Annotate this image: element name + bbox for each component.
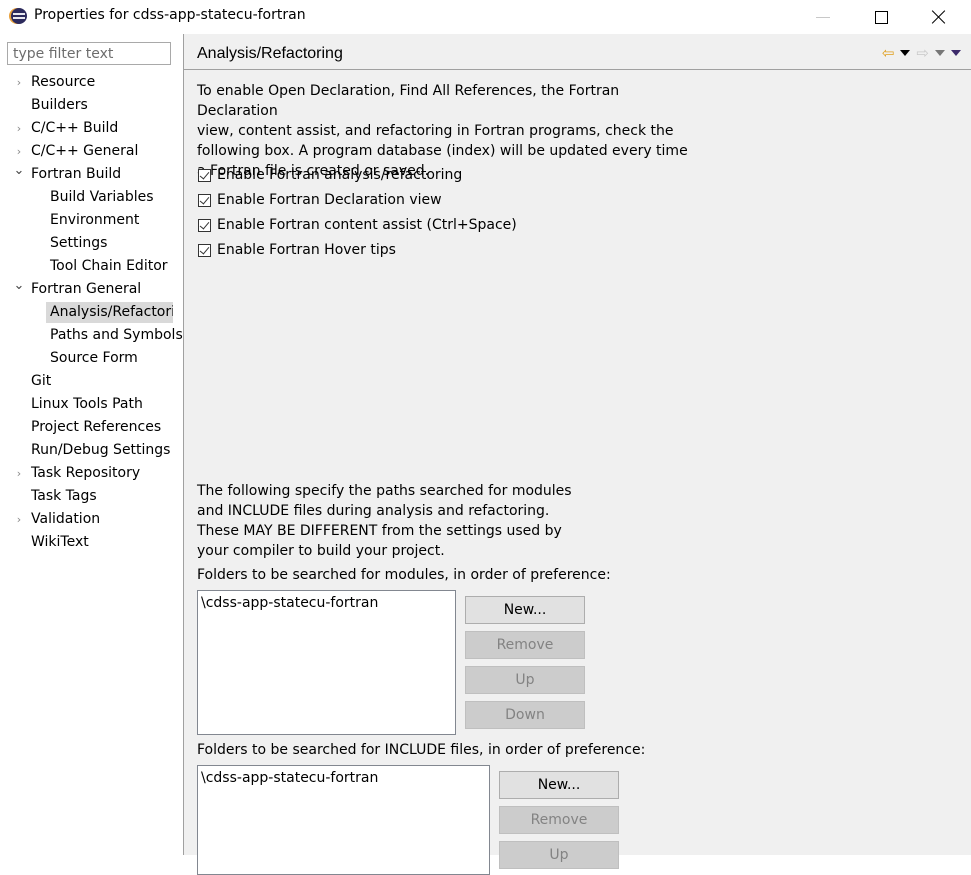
tree-item-label: Git [31, 373, 52, 389]
maximize-button[interactable] [858, 0, 904, 34]
tree-item-environment[interactable]: Environment [0, 209, 183, 232]
tree-item-resource[interactable]: › Resource [0, 71, 183, 94]
chevron-right-icon[interactable]: › [13, 71, 25, 94]
tree-item-label: WikiText [31, 534, 89, 550]
checkbox-enable-content-assist[interactable]: Enable Fortran content assist (Ctrl+Spac… [198, 215, 517, 235]
tree-item-project-references[interactable]: Project References [0, 416, 183, 439]
includes-remove-button[interactable]: Remove [499, 806, 619, 834]
tree-item-analysis-refactoring[interactable]: Analysis/Refactoring [0, 301, 183, 324]
close-icon [932, 10, 946, 24]
tree-item-label: Source Form [50, 350, 138, 366]
window-title: Properties for cdss-app-statecu-fortran [34, 7, 306, 23]
tree-item-label: Build Variables [50, 189, 154, 205]
checkbox[interactable] [198, 218, 211, 232]
chevron-right-icon[interactable]: › [13, 508, 25, 531]
title-bar: Properties for cdss-app-statecu-fortran [0, 0, 971, 34]
tree-item-fortran-build[interactable]: ⌄ Fortran Build [0, 163, 183, 186]
tree-item-source-form[interactable]: Source Form [0, 347, 183, 370]
tree-item-label: Resource [31, 74, 96, 90]
tree-item-paths-and-symbols[interactable]: Paths and Symbols [0, 324, 183, 347]
checkbox-label: Enable Fortran content assist (Ctrl+Spac… [217, 217, 517, 233]
tree-item-settings[interactable]: Settings [0, 232, 183, 255]
tree-item-label: Run/Debug Settings [31, 442, 171, 458]
tree-item-run-debug-settings[interactable]: Run/Debug Settings [0, 439, 183, 462]
tree-item-label: Fortran General [31, 281, 142, 297]
tree-item-label: Project References [31, 419, 162, 435]
minimize-button[interactable] [800, 0, 846, 34]
tree-item-task-repository[interactable]: › Task Repository [0, 462, 183, 485]
tree-item-tool-chain-editor[interactable]: Tool Chain Editor [0, 255, 183, 278]
modules-label: Folders to be searched for modules, in o… [197, 567, 611, 583]
main-panel: Analysis/Refactoring ⇦ ⇨ To enable Open … [184, 34, 971, 875]
property-tree: › Resource Builders › C/C++ Build › C/C++ Gene… [0, 71, 183, 554]
checkbox[interactable] [198, 193, 211, 207]
chevron-right-icon[interactable]: › [13, 117, 25, 140]
tree-item-label: Builders [31, 97, 88, 113]
includes-new-button[interactable]: New... [499, 771, 619, 799]
close-button[interactable] [916, 0, 962, 34]
tree-item-task-tags[interactable]: Task Tags [0, 485, 183, 508]
tree-item-label: Linux Tools Path [31, 396, 143, 412]
checkbox-label: Enable Fortran Hover tips [217, 242, 396, 258]
tree-item-label: C/C++ Build [31, 120, 119, 136]
modules-remove-button[interactable]: Remove [465, 631, 585, 659]
chevron-right-icon[interactable]: › [13, 462, 25, 485]
back-dropdown-icon[interactable] [900, 50, 911, 56]
checkbox-enable-hover-tips[interactable]: Enable Fortran Hover tips [198, 240, 396, 260]
tree-item-label: Paths and Symbols [50, 327, 183, 343]
minimize-icon [816, 16, 830, 18]
checkbox[interactable] [198, 168, 211, 182]
page-navigation: ⇦ ⇨ [882, 45, 961, 61]
tree-item-label: Validation [31, 511, 101, 527]
checkbox-label: Enable Fortran Declaration view [217, 192, 442, 208]
chevron-down-icon[interactable]: ⌄ [13, 159, 25, 182]
paths-note: The following specify the paths searched… [197, 483, 572, 559]
tree-item-label: Fortran Build [31, 166, 122, 182]
checkbox-label: Enable Fortran analysis/refactoring [217, 167, 463, 183]
checkbox-enable-analysis[interactable]: Enable Fortran analysis/refactoring [198, 165, 462, 185]
list-item[interactable]: \cdss-app-statecu-fortran [201, 593, 452, 613]
tree-item-label: Environment [50, 212, 140, 228]
view-menu-icon[interactable] [951, 50, 961, 56]
tree-item-git[interactable]: Git [0, 370, 183, 393]
checkbox-enable-declaration-view[interactable]: Enable Fortran Declaration view [198, 190, 442, 210]
tree-item-label: Tool Chain Editor [50, 258, 168, 274]
sidebar: ›ResourceBuilders›C/C++ Build›C/C++ Gene… [0, 34, 183, 855]
list-item[interactable]: \cdss-app-statecu-fortran [201, 768, 486, 788]
checkbox[interactable] [198, 243, 211, 257]
maximize-icon [874, 10, 888, 24]
tree-item-validation[interactable]: › Validation [0, 508, 183, 531]
back-arrow-icon[interactable]: ⇦ [882, 45, 895, 61]
chevron-down-icon[interactable]: ⌄ [13, 274, 25, 297]
tree-item-label: Settings [50, 235, 108, 251]
tree-item-builders[interactable]: Builders [0, 94, 183, 117]
modules-new-button[interactable]: New... [465, 596, 585, 624]
tree-item-c-c-build[interactable]: › C/C++ Build [0, 117, 183, 140]
forward-dropdown-icon[interactable] [935, 50, 945, 56]
page-title: Analysis/Refactoring [197, 45, 343, 62]
tree-item-label: Task Tags [31, 488, 97, 504]
includes-up-button[interactable]: Up [499, 841, 619, 869]
filter-input[interactable] [7, 42, 171, 65]
tree-item-c-c-general[interactable]: › C/C++ General [0, 140, 183, 163]
tree-item-build-variables[interactable]: Build Variables [0, 186, 183, 209]
tree-item-wikitext[interactable]: WikiText [0, 531, 183, 554]
modules-list[interactable]: \cdss-app-statecu-fortran [197, 590, 456, 735]
modules-up-button[interactable]: Up [465, 666, 585, 694]
forward-arrow-icon[interactable]: ⇨ [916, 45, 929, 61]
eclipse-icon [11, 8, 27, 24]
tree-item-label: Analysis/Refactoring [46, 302, 173, 323]
modules-down-button[interactable]: Down [465, 701, 585, 729]
tree-item-label: Task Repository [31, 465, 141, 481]
tree-item-fortran-general[interactable]: ⌄ Fortran General [0, 278, 183, 301]
includes-label: Folders to be searched for INCLUDE files… [197, 742, 646, 758]
tree-item-linux-tools-path[interactable]: Linux Tools Path [0, 393, 183, 416]
includes-list[interactable]: \cdss-app-statecu-fortran [197, 765, 490, 875]
header-divider [184, 69, 971, 70]
tree-item-label: C/C++ General [31, 143, 139, 159]
